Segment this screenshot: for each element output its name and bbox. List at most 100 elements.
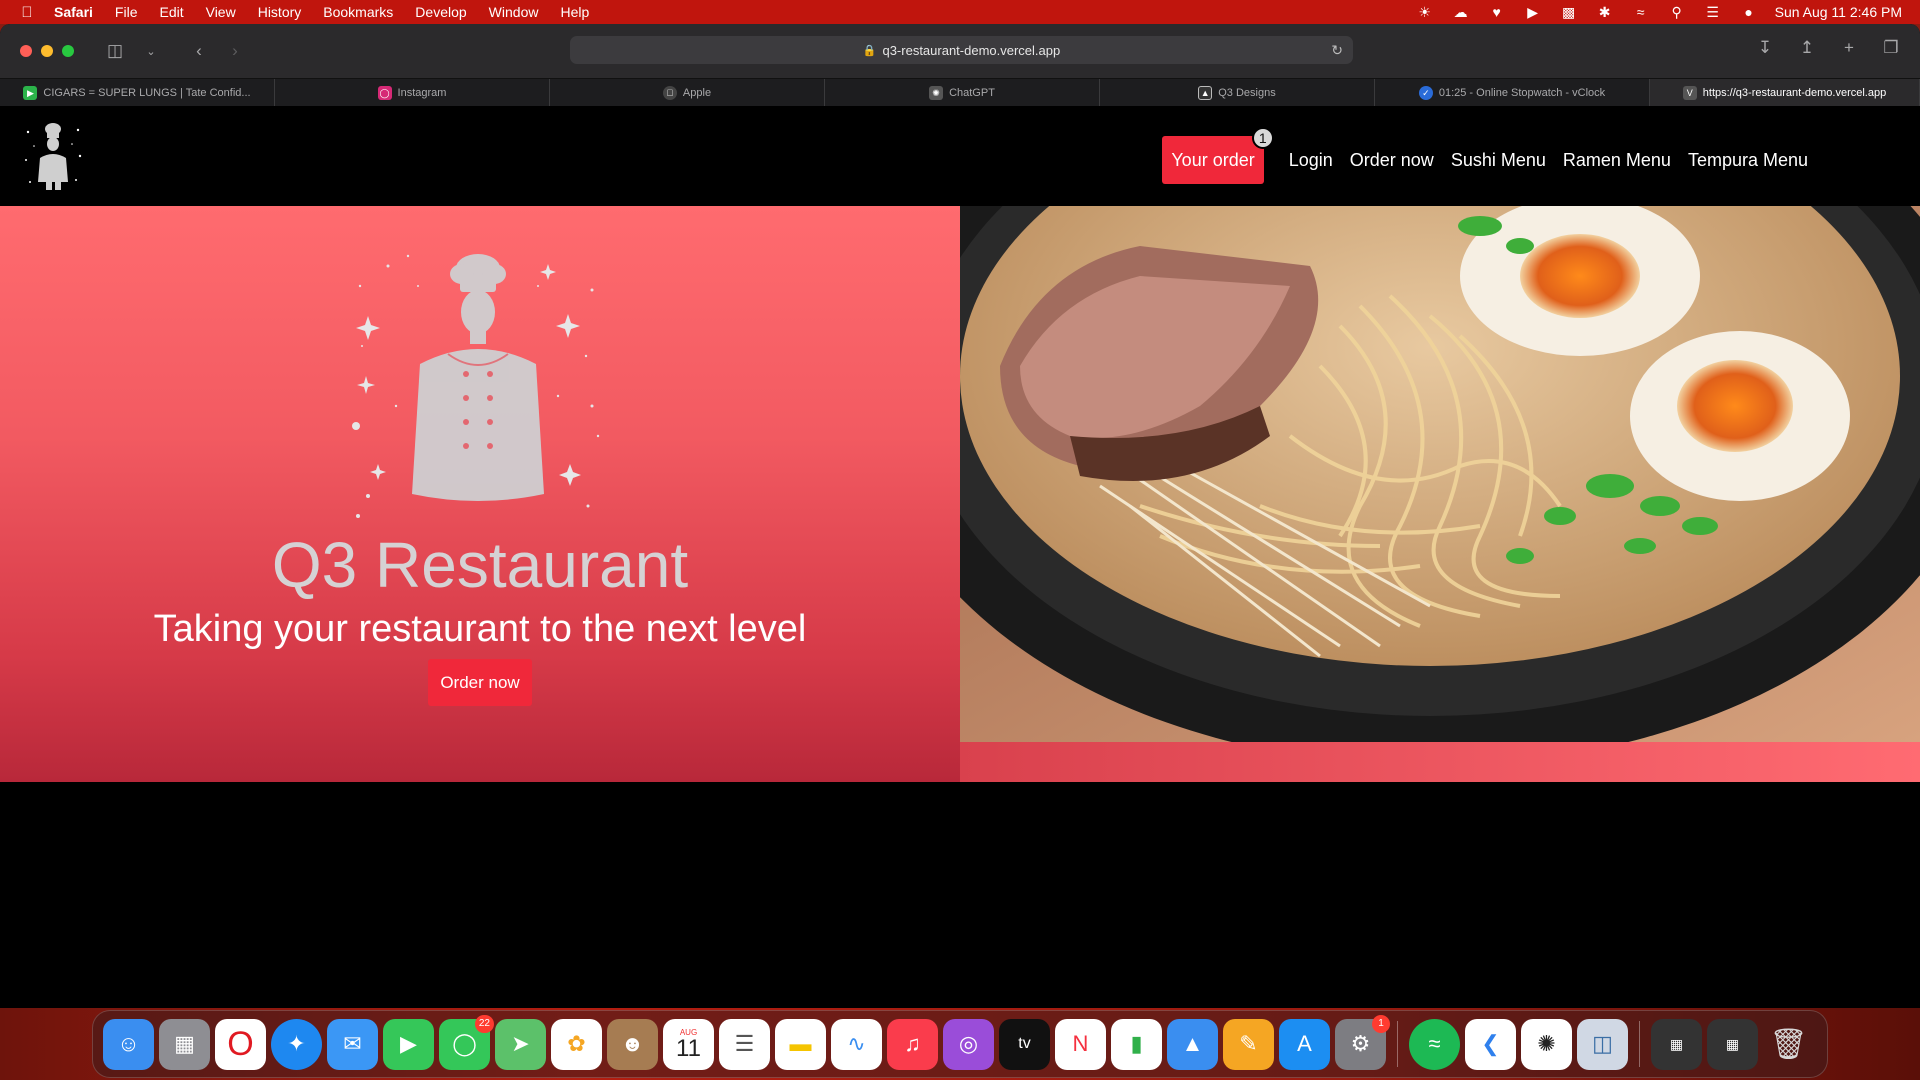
chef-illustration <box>352 254 600 518</box>
hero-order-now-button[interactable]: Order now <box>428 659 532 706</box>
tab-chatgpt[interactable]: ✺ ChatGPT <box>825 79 1100 107</box>
messages-icon[interactable]: ◯ 22 <box>439 1014 494 1070</box>
podcasts-icon[interactable]: ◎ <box>943 1018 994 1070</box>
display-icon[interactable]: ▩ <box>1551 4 1587 21</box>
wifi-icon[interactable]: ≈ <box>1623 4 1659 20</box>
heart-app-icon[interactable]: ♥ <box>1479 4 1515 20</box>
freeform-icon[interactable]: ∿ <box>831 1018 882 1070</box>
trash-icon[interactable]: 🗑 <box>1763 1019 1814 1070</box>
apple-tv-icon[interactable]: tv <box>999 1018 1050 1070</box>
tab-apple[interactable]:  Apple <box>550 79 825 107</box>
cloud-sync-icon[interactable]: ☁ <box>1443 4 1479 21</box>
calendar-icon[interactable]: AUG 11 <box>663 1018 714 1070</box>
app-store-icon[interactable]: A <box>1279 1018 1330 1070</box>
menu-file[interactable]: File <box>104 4 149 20</box>
hero-title: Q3 Restaurant <box>271 529 689 601</box>
hero-bottom-strip <box>960 742 1920 782</box>
share-icon[interactable]: ↥ <box>1792 38 1822 58</box>
downloads-icon[interactable]: ↧ <box>1750 38 1780 58</box>
tab-instagram[interactable]: ◯ Instagram <box>275 79 550 107</box>
news-icon[interactable]: N <box>1055 1018 1106 1070</box>
play-icon[interactable]: ▶ <box>1515 4 1551 21</box>
recent-window-thumbnail-icon[interactable]: ▦ <box>1707 1018 1758 1070</box>
nav-sushi-menu-link[interactable]: Sushi Menu <box>1451 150 1546 171</box>
reminders-icon[interactable]: ☰ <box>719 1018 770 1070</box>
apple-menu-icon[interactable]:  <box>0 4 54 21</box>
siri-icon[interactable]: ● <box>1731 4 1767 20</box>
site-navbar: Your order 1 Login Order now Sushi Menu … <box>0 106 1920 206</box>
back-arrow-icon[interactable]: ‹ <box>184 41 214 61</box>
calendar-day: 11 <box>676 1034 701 1062</box>
menu-edit[interactable]: Edit <box>148 4 194 20</box>
macos-dock: ☺ ▦ O ✦ ✉ ▶ ◯ 22 ➤ ✿ ☻ AUG 11 ☰ ▬ ∿ ♫ ◎ … <box>92 1010 1828 1078</box>
system-settings-icon[interactable]: ⚙ 1 <box>1335 1014 1390 1070</box>
settings-badge: 1 <box>1372 1014 1390 1033</box>
facetime-icon[interactable]: ▶ <box>383 1018 434 1070</box>
finder-icon[interactable]: ☺ <box>103 1018 154 1070</box>
tab-q3-designs[interactable]: ▲ Q3 Designs <box>1100 79 1375 107</box>
reload-icon[interactable]: ↻ <box>1331 42 1343 59</box>
pages-icon[interactable]: ✎ <box>1223 1018 1274 1070</box>
launchpad-icon[interactable]: ▦ <box>159 1018 210 1070</box>
keynote-icon[interactable]: ▲ <box>1167 1018 1218 1070</box>
your-order-button[interactable]: Your order 1 <box>1162 127 1274 184</box>
chef-logo-icon[interactable] <box>22 120 84 192</box>
hero-subtitle: Taking your restaurant to the next level <box>153 608 807 650</box>
tab-label: Instagram <box>397 87 447 99</box>
chatgpt-app-icon[interactable]: ✺ <box>1521 1018 1572 1070</box>
menu-history[interactable]: History <box>247 4 313 20</box>
messages-badge: 22 <box>474 1014 494 1033</box>
hero-section: Q3 Restaurant Taking your restaurant to … <box>0 206 1920 782</box>
minimize-window-button[interactable] <box>41 45 53 57</box>
spotify-icon[interactable]: ≈ <box>1409 1018 1460 1070</box>
tab-label: CIGARS = SUPER LUNGS | Tate Confid... <box>43 87 251 99</box>
new-tab-icon[interactable]: + <box>1834 38 1864 58</box>
menu-app-safari[interactable]: Safari <box>54 4 104 20</box>
bluetooth-icon[interactable]: ✱ <box>1587 4 1623 21</box>
notes-icon[interactable]: ▬ <box>775 1018 826 1070</box>
vscode-icon[interactable]: ❮ <box>1465 1018 1516 1070</box>
menu-develop[interactable]: Develop <box>404 4 477 20</box>
close-window-button[interactable] <box>20 45 32 57</box>
brightness-icon[interactable]: ☀ <box>1407 4 1443 21</box>
tab-overview-icon[interactable]: ❐ <box>1876 38 1906 58</box>
tab-tate-confidential[interactable]: ▶ CIGARS = SUPER LUNGS | Tate Confid... <box>0 79 275 107</box>
menu-bookmarks[interactable]: Bookmarks <box>312 4 404 20</box>
nav-order-now-link[interactable]: Order now <box>1350 150 1434 171</box>
menubar-clock[interactable]: Sun Aug 11 2:46 PM <box>1775 4 1902 20</box>
tab-q3-restaurant[interactable]: V https://q3-restaurant-demo.vercel.app <box>1650 79 1920 107</box>
menu-help[interactable]: Help <box>549 4 600 20</box>
spotlight-search-icon[interactable]: ⚲ <box>1659 4 1695 21</box>
tab-vclock-stopwatch[interactable]: ✓ 01:25 - Online Stopwatch - vClock <box>1375 79 1650 107</box>
preview-icon[interactable]: ◫ <box>1577 1018 1628 1070</box>
numbers-icon[interactable]: ▮ <box>1111 1018 1162 1070</box>
photos-icon[interactable]: ✿ <box>551 1018 602 1070</box>
control-center-icon[interactable]: ☰ <box>1695 4 1731 21</box>
recent-window-thumbnail-icon[interactable]: ▦ <box>1651 1018 1702 1070</box>
nav-ramen-menu-link[interactable]: Ramen Menu <box>1563 150 1671 171</box>
tab-label: 01:25 - Online Stopwatch - vClock <box>1438 87 1606 99</box>
nav-login-link[interactable]: Login <box>1289 150 1333 171</box>
menu-window[interactable]: Window <box>478 4 550 20</box>
safari-icon[interactable]: ✦ <box>271 1018 322 1070</box>
sidebar-toggle-icon[interactable]: ◫ <box>100 41 130 61</box>
address-bar[interactable]: 🔒 q3-restaurant-demo.vercel.app ↻ <box>570 36 1353 64</box>
dock-separator <box>1397 1021 1398 1067</box>
nav-tempura-menu-link[interactable]: Tempura Menu <box>1688 150 1808 171</box>
fullscreen-window-button[interactable] <box>62 45 74 57</box>
rumble-favicon-icon: ▶ <box>23 86 38 100</box>
music-icon[interactable]: ♫ <box>887 1018 938 1070</box>
chevron-down-icon[interactable]: ⌄ <box>136 45 166 58</box>
forward-arrow-icon[interactable]: › <box>220 41 250 61</box>
tab-label: https://q3-restaurant-demo.vercel.app <box>1702 87 1887 99</box>
menu-view[interactable]: View <box>195 4 247 20</box>
your-order-label: Your order <box>1171 149 1255 170</box>
opera-icon[interactable]: O <box>215 1018 266 1070</box>
page-empty-area <box>0 782 1920 1008</box>
chatgpt-favicon-icon: ✺ <box>929 86 944 100</box>
mail-icon[interactable]: ✉ <box>327 1018 378 1070</box>
browser-toolbar: ◫ ⌄ ‹ › 🔒 q3-restaurant-demo.vercel.app … <box>0 24 1920 78</box>
contacts-icon[interactable]: ☻ <box>607 1018 658 1070</box>
hero-text-panel: Q3 Restaurant Taking your restaurant to … <box>0 206 960 782</box>
maps-icon[interactable]: ➤ <box>495 1018 546 1070</box>
